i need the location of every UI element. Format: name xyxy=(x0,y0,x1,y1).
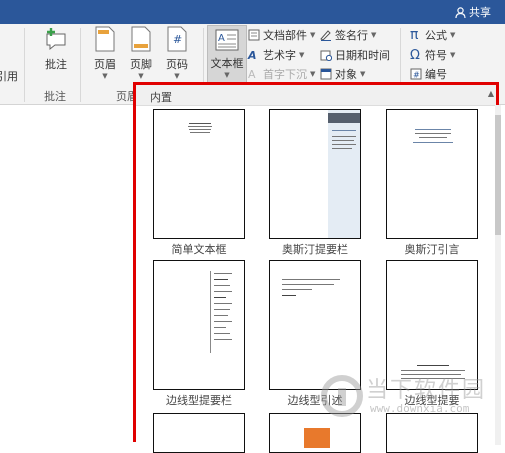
omega-icon: Ω xyxy=(410,47,420,63)
share-label: 共享 xyxy=(469,6,491,19)
scrollbar-thumb[interactable] xyxy=(495,115,501,235)
gallery-section-header: 内置 ▲ xyxy=(136,85,496,106)
object-button[interactable]: 对象 ▼ xyxy=(320,66,365,82)
signature-icon xyxy=(320,30,331,41)
dropdown-caret-icon: ▼ xyxy=(224,71,230,79)
header-icon xyxy=(95,26,115,52)
svg-text:A: A xyxy=(218,33,225,44)
gallery-item-label: 奥斯汀引言 xyxy=(404,243,460,256)
watermark-text: 当下软件园 xyxy=(366,378,487,403)
svg-text:#: # xyxy=(173,33,182,46)
watermark-logo-icon xyxy=(321,375,363,417)
dropcap-icon: A xyxy=(248,67,256,81)
quick-parts-icon xyxy=(248,29,260,41)
gallery-item-sideline-sidebar[interactable] xyxy=(153,260,245,390)
footer-icon xyxy=(131,26,151,52)
dropdown-caret-icon: ▼ xyxy=(138,72,144,80)
gallery-item-partial[interactable] xyxy=(153,413,245,453)
gallery-item-austin-quote[interactable] xyxy=(386,109,478,239)
dropdown-caret-icon: ▼ xyxy=(299,51,305,59)
page-number-icon: # xyxy=(167,26,187,52)
signature-line-button[interactable]: 签名行 ▼ xyxy=(320,27,376,43)
symbol-button[interactable]: Ω 符号 ▼ xyxy=(410,47,455,63)
quick-parts-button[interactable]: 文档部件 ▼ xyxy=(248,27,315,43)
textbox-icon: A xyxy=(215,29,239,51)
footer-button[interactable]: 页脚 ▼ xyxy=(126,26,156,80)
watermark-url: www.downxia.com xyxy=(370,402,470,415)
svg-text:#: # xyxy=(413,71,420,80)
wordart-button[interactable]: A 艺术字 ▼ xyxy=(248,47,304,63)
comment-button[interactable]: 批注 xyxy=(38,26,74,72)
share-button[interactable]: 共享 xyxy=(455,4,491,20)
wordart-icon: A xyxy=(248,48,257,62)
ribbon-separator xyxy=(24,28,25,102)
document-area[interactable] xyxy=(0,105,135,442)
pi-icon: π xyxy=(410,27,419,43)
dropdown-caret-icon: ▼ xyxy=(360,70,366,78)
dropdown-caret-icon: ▼ xyxy=(450,31,456,39)
dropdown-caret-icon: ▼ xyxy=(310,31,316,39)
number-button[interactable]: # 编号 xyxy=(410,66,447,82)
calendar-clock-icon xyxy=(320,50,332,61)
gallery-item-austin-sidebar[interactable] xyxy=(269,109,361,239)
site-watermark: 当下软件园 www.downxia.com xyxy=(318,370,498,440)
person-icon xyxy=(455,6,466,18)
numbering-icon: # xyxy=(410,68,422,80)
references-tab-partial[interactable]: 引用 xyxy=(0,68,18,84)
dropdown-caret-icon: ▼ xyxy=(102,72,108,80)
gallery-item-simple-textbox[interactable] xyxy=(153,109,245,239)
equation-button[interactable]: π 公式 ▼ xyxy=(410,27,455,43)
dropdown-caret-icon: ▼ xyxy=(174,72,180,80)
textbox-button[interactable]: A 文本框 ▼ xyxy=(207,25,247,83)
group-label-comments: 批注 xyxy=(44,90,66,103)
dropdown-caret-icon: ▼ xyxy=(371,31,377,39)
ribbon-separator xyxy=(80,28,81,102)
date-time-button[interactable]: 日期和时间 xyxy=(320,47,390,63)
page-number-button[interactable]: # 页码 ▼ xyxy=(162,26,192,80)
gallery-item-label: 简单文本框 xyxy=(171,243,227,256)
object-icon xyxy=(320,68,332,80)
new-comment-icon xyxy=(46,28,66,51)
dropcap-button[interactable]: A 首字下沉 ▼ xyxy=(248,66,315,82)
dropdown-caret-icon: ▼ xyxy=(310,70,316,78)
gallery-item-label: 边线型提要栏 xyxy=(166,394,232,407)
gallery-item-label: 奥斯汀提要栏 xyxy=(282,243,348,256)
dropdown-caret-icon: ▼ xyxy=(450,51,456,59)
header-button[interactable]: 页眉 ▼ xyxy=(90,26,120,80)
title-bar: 共享 xyxy=(0,0,505,24)
scroll-up-arrow-icon[interactable]: ▲ xyxy=(488,89,494,98)
